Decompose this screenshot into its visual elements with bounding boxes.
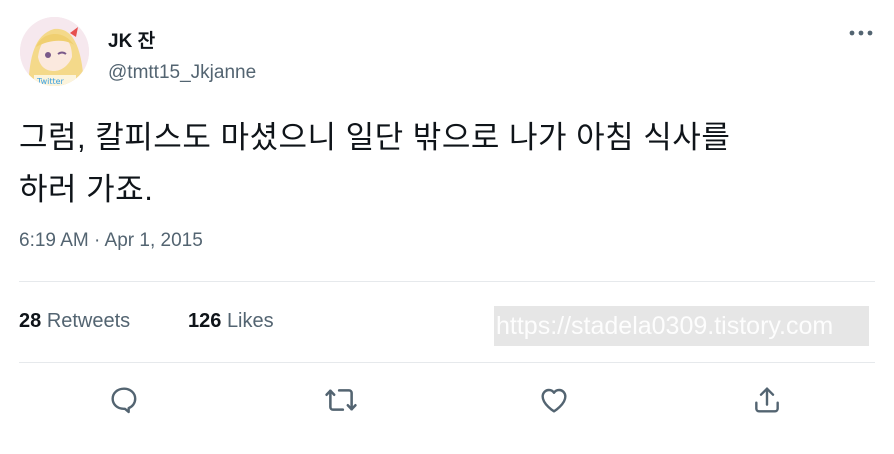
more-icon bbox=[849, 30, 873, 36]
like-icon bbox=[541, 388, 567, 413]
reply-button[interactable] bbox=[106, 382, 142, 418]
likes-label: Likes bbox=[226, 310, 274, 332]
share-button[interactable] bbox=[749, 382, 785, 418]
tweet-text-line: 하러 가죠. bbox=[19, 172, 154, 207]
retweets-count: 28 bbox=[19, 310, 42, 332]
share-icon bbox=[755, 387, 779, 413]
retweet-button[interactable] bbox=[323, 382, 359, 418]
like-button[interactable] bbox=[536, 382, 572, 418]
svg-text:Twitter: Twitter bbox=[36, 77, 65, 86]
avatar-image: Twitter bbox=[20, 17, 89, 86]
tweet-text-line: 그럼, 칼피스도 마셨으니 일단 밖으로 나가 아침 식사를 bbox=[19, 120, 731, 155]
likes-count: 126 bbox=[188, 310, 222, 332]
user-handle[interactable]: @tmtt15_Jkjanne bbox=[108, 62, 256, 84]
display-name[interactable]: JK 잔 bbox=[108, 26, 155, 53]
tweet-text: 그럼, 칼피스도 마셨으니 일단 밖으로 나가 아침 식사를 하러 가죠. bbox=[19, 112, 869, 216]
retweet-icon bbox=[325, 389, 357, 411]
divider bbox=[19, 362, 875, 363]
more-options-button[interactable] bbox=[846, 18, 876, 48]
retweets-label: Retweets bbox=[46, 310, 131, 332]
divider bbox=[19, 281, 875, 282]
watermark: https://stadela0309.tistory.com bbox=[494, 306, 869, 346]
retweets-stat[interactable]: 28 Retweets bbox=[19, 310, 130, 333]
reply-icon bbox=[111, 387, 137, 414]
tweet-timestamp[interactable]: 6:19 AM · Apr 1, 2015 bbox=[19, 230, 203, 252]
likes-stat[interactable]: 126 Likes bbox=[188, 310, 274, 333]
avatar[interactable]: Twitter bbox=[20, 17, 89, 86]
